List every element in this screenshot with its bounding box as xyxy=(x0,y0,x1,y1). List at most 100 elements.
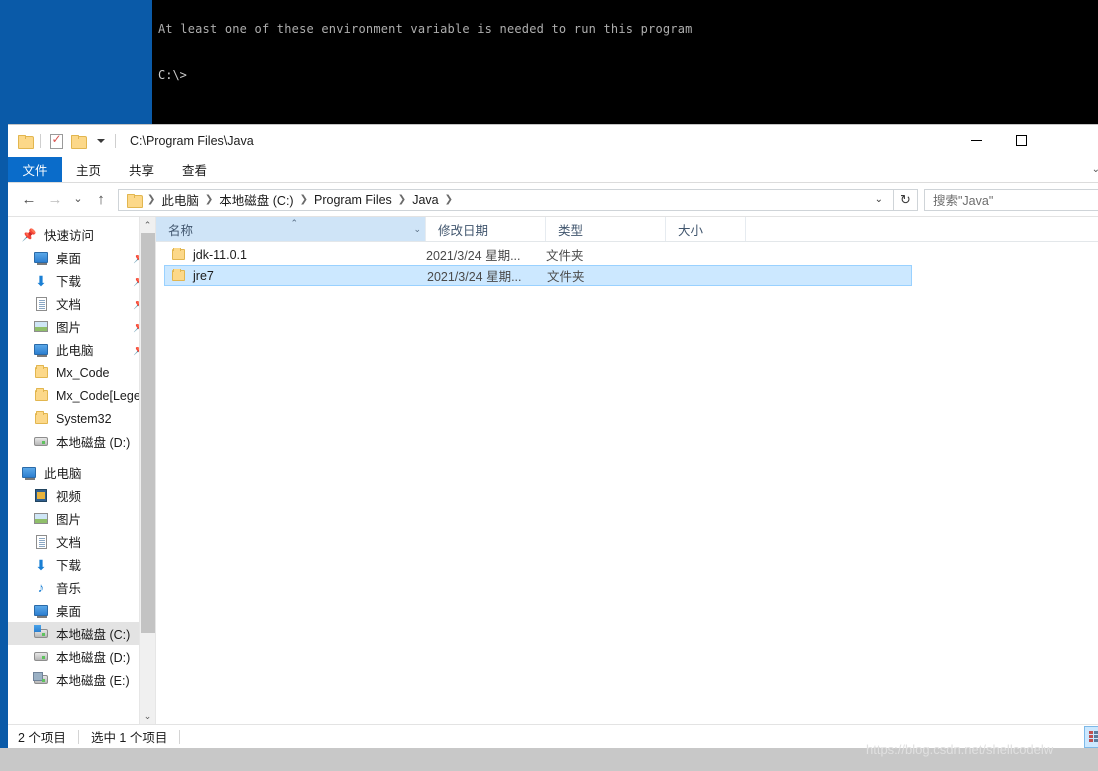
command-prompt-window[interactable]: At least one of these environment variab… xyxy=(152,0,1098,125)
sidebar-item-label: 桌面 xyxy=(56,605,82,619)
sidebar-item-this-pc[interactable]: 此电脑 xyxy=(8,461,155,484)
sidebar-item-local-disk-e[interactable]: 本地磁盘 (E:) xyxy=(8,668,155,691)
sidebar-item-local-disk-c[interactable]: 本地磁盘 (C:) xyxy=(8,622,155,645)
drive-icon xyxy=(30,652,52,661)
scrollbar-thumb[interactable] xyxy=(140,233,155,633)
tab-home[interactable]: 主页 xyxy=(62,157,115,182)
sidebar-item-label: 本地磁盘 (C:) xyxy=(56,628,131,642)
breadcrumb-program-files[interactable]: Program Files xyxy=(310,193,396,207)
breadcrumb-local-disk-c[interactable]: 本地磁盘 (C:) xyxy=(215,190,297,209)
sidebar-item-documents[interactable]: 文档 📌 xyxy=(8,292,155,315)
breadcrumb-separator: ❯ xyxy=(147,194,156,205)
this-pc-icon xyxy=(18,467,40,480)
file-date-cell: 2021/3/24 星期... xyxy=(426,249,521,263)
chevron-down-icon[interactable]: ⌄ xyxy=(869,194,889,205)
window-body: 📌 快速访问 桌面 📌 ⬇ 下载 📌 文档 📌 图片 📌 xyxy=(8,216,1098,724)
table-row[interactable]: jdk-11.0.1 2021/3/24 星期... 文件夹 xyxy=(164,244,912,265)
divider xyxy=(77,729,79,744)
navigation-pane: 📌 快速访问 桌面 📌 ⬇ 下载 📌 文档 📌 图片 📌 xyxy=(8,217,155,724)
recent-locations-icon[interactable]: ⌄ xyxy=(68,188,88,212)
chevron-down-icon[interactable]: ⌄ xyxy=(413,224,421,235)
scrollbar-track[interactable] xyxy=(140,233,156,708)
sidebar-item-quick-access[interactable]: 📌 快速访问 xyxy=(8,223,155,246)
window-title: C:\Program Files\Java xyxy=(130,134,254,148)
sidebar-item-label: 本地磁盘 (E:) xyxy=(56,674,130,688)
chevron-down-icon[interactable] xyxy=(89,130,111,152)
breadcrumb-separator: ❯ xyxy=(204,194,214,205)
tab-share[interactable]: 共享 xyxy=(115,157,168,182)
file-list-pane: ⌃ 名称 ⌄ 修改日期 类型 大小 jdk-11.0.1 2021/3/24 星… xyxy=(155,217,1098,724)
sidebar-item-local-disk-d[interactable]: 本地磁盘 (D:) xyxy=(8,645,155,668)
expand-ribbon-icon[interactable]: ⌄ xyxy=(1092,164,1098,175)
column-header-name[interactable]: ⌃ 名称 ⌄ xyxy=(156,217,426,241)
table-row[interactable]: jre7 2021/3/24 星期... 文件夹 xyxy=(164,265,912,286)
downloads-icon: ⬇ xyxy=(35,272,47,289)
sidebar-item-label: 下载 xyxy=(56,559,82,573)
ribbon-tabs: 文件 主页 共享 查看 ⌄ xyxy=(8,157,1098,183)
back-arrow-icon[interactable]: ← xyxy=(16,188,42,212)
sidebar-item-system32[interactable]: System32 xyxy=(8,407,155,430)
sidebar-item-local-disk-d-qa[interactable]: 本地磁盘 (D:) xyxy=(8,430,155,453)
folder-icon xyxy=(123,189,145,211)
file-name-label: jdk-11.0.1 xyxy=(193,247,247,262)
title-bar: C:\Program Files\Java xyxy=(8,125,1098,157)
music-icon: ♪ xyxy=(37,580,45,595)
column-header-type[interactable]: 类型 xyxy=(546,217,666,241)
sidebar-item-music[interactable]: ♪ 音乐 xyxy=(8,576,155,599)
refresh-icon[interactable]: ↻ xyxy=(894,188,918,211)
column-header-size[interactable]: 大小 xyxy=(666,217,746,241)
star-pin-icon: 📌 xyxy=(21,227,37,242)
column-header-date[interactable]: 修改日期 xyxy=(426,217,546,241)
divider xyxy=(115,134,116,148)
sidebar-item-label: 图片 xyxy=(56,321,82,335)
tab-view[interactable]: 查看 xyxy=(168,157,221,182)
sidebar-item-label: 桌面 xyxy=(56,252,82,266)
tab-file[interactable]: 文件 xyxy=(8,157,62,182)
up-arrow-icon[interactable]: ↑ xyxy=(88,188,114,212)
windows-drive-icon xyxy=(30,625,52,638)
search-input[interactable]: 搜索"Java" xyxy=(924,188,1098,211)
chevron-up-icon[interactable]: ⌃ xyxy=(140,217,156,233)
file-explorer-window: C:\Program Files\Java 文件 主页 共享 查看 ⌄ ← → … xyxy=(8,124,1098,748)
breadcrumb-separator: ❯ xyxy=(397,194,407,205)
file-type-cell: 文件夹 xyxy=(546,249,584,263)
folder-icon[interactable] xyxy=(14,130,36,152)
minimize-icon[interactable] xyxy=(954,125,999,155)
file-name-cell: jre7 xyxy=(165,268,427,283)
sidebar-item-videos[interactable]: 视频 xyxy=(8,484,155,507)
sidebar-item-documents-pc[interactable]: 文档 xyxy=(8,530,155,553)
sidebar-item-label: 视频 xyxy=(56,490,82,504)
view-mode-buttons xyxy=(1084,726,1098,748)
sidebar-item-mx-code[interactable]: Mx_Code xyxy=(8,361,155,384)
forward-arrow-icon[interactable]: → xyxy=(42,188,68,212)
sidebar-item-desktop[interactable]: 桌面 📌 xyxy=(8,246,155,269)
folder-icon xyxy=(172,247,185,260)
breadcrumb-this-pc[interactable]: 此电脑 xyxy=(157,190,203,209)
sidebar-item-pictures-pc[interactable]: 图片 xyxy=(8,507,155,530)
maximize-icon[interactable] xyxy=(999,125,1044,155)
downloads-icon: ⬇ xyxy=(35,556,47,573)
pictures-icon xyxy=(30,513,52,524)
sidebar-item-pictures[interactable]: 图片 📌 xyxy=(8,315,155,338)
sidebar-item-this-pc-qa[interactable]: 此电脑 📌 xyxy=(8,338,155,361)
folder-icon xyxy=(30,388,52,401)
details-view-icon[interactable] xyxy=(1084,726,1098,748)
sidebar-item-mx-code-lege[interactable]: Mx_Code[Lege xyxy=(8,384,155,407)
sidebar-item-downloads-pc[interactable]: ⬇ 下载 xyxy=(8,553,155,576)
watermark-text: https://blog.csdn.net/shellcodelw xyxy=(866,742,1054,757)
console-clipped-line: At least one of these environment variab… xyxy=(158,22,693,36)
this-pc-icon xyxy=(30,344,52,357)
file-rows: jdk-11.0.1 2021/3/24 星期... 文件夹 jre7 2021… xyxy=(156,242,1098,724)
selection-count-label: 选中 1 个项目 xyxy=(90,731,168,745)
breadcrumb-java[interactable]: Java xyxy=(408,193,442,207)
new-folder-icon[interactable] xyxy=(67,130,89,152)
chevron-down-icon[interactable]: ⌄ xyxy=(140,708,156,724)
sidebar-item-label: 文档 xyxy=(56,298,82,312)
properties-checklist-icon[interactable] xyxy=(45,130,67,152)
sidebar-item-desktop-pc[interactable]: 桌面 xyxy=(8,599,155,622)
navigation-pane-scrollbar[interactable]: ⌃ ⌄ xyxy=(139,217,155,724)
sidebar-item-downloads[interactable]: ⬇ 下载 📌 xyxy=(8,269,155,292)
address-bar[interactable]: ❯ 此电脑 ❯ 本地磁盘 (C:) ❯ Program Files ❯ Java… xyxy=(118,188,894,211)
desktop-icon xyxy=(30,252,52,265)
